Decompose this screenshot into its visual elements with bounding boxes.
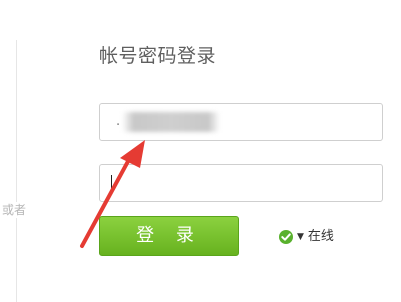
- login-button[interactable]: 登 录: [99, 216, 239, 256]
- section-divider: [16, 40, 17, 302]
- account-input[interactable]: .: [99, 103, 383, 141]
- text-cursor: [111, 175, 112, 193]
- triangle-down-icon: ▼: [297, 232, 304, 242]
- password-input[interactable]: [99, 164, 383, 202]
- account-value: .: [116, 114, 121, 129]
- status-label: 在线: [307, 229, 334, 244]
- online-status-selector[interactable]: ▼ 在线: [278, 228, 334, 246]
- or-label: 或者: [2, 202, 27, 218]
- online-check-icon: [278, 229, 294, 245]
- account-redaction-blur: [122, 112, 220, 132]
- login-title: 帐号密码登录: [99, 45, 217, 67]
